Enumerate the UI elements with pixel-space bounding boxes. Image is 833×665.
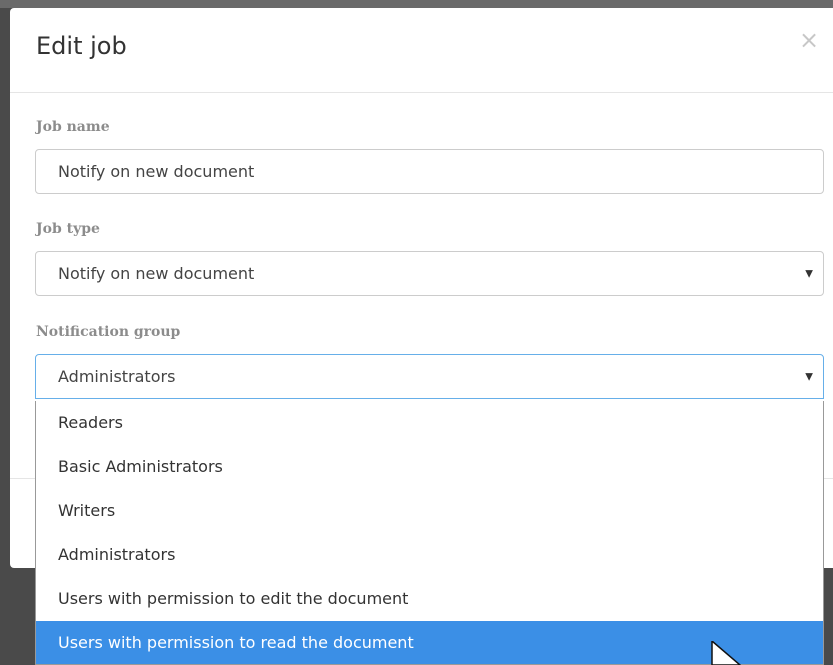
chevron-down-icon: ▼ [805, 371, 813, 382]
notification-group-label: Notification group [36, 324, 181, 340]
dropdown-option-edit-permission[interactable]: Users with permission to edit the docume… [36, 577, 823, 621]
modal-title: Edit job [36, 32, 127, 60]
job-name-label: Job name [36, 119, 110, 135]
chevron-down-icon: ▼ [805, 268, 813, 279]
notification-group-selected-value: Administrators [58, 367, 176, 386]
job-type-label: Job type [36, 221, 100, 237]
dropdown-option-administrators[interactable]: Administrators [36, 533, 823, 577]
notification-group-dropdown: Readers Basic Administrators Writers Adm… [35, 401, 824, 665]
dropdown-option-writers[interactable]: Writers [36, 489, 823, 533]
job-type-selected-value: Notify on new document [58, 264, 255, 283]
dropdown-option-readers[interactable]: Readers [36, 401, 823, 445]
modal-header: Edit job × [10, 8, 833, 93]
dropdown-option-basic-administrators[interactable]: Basic Administrators [36, 445, 823, 489]
modal-backdrop [0, 0, 833, 8]
job-type-select[interactable]: Notify on new document ▼ [35, 251, 824, 296]
notification-group-select[interactable]: Administrators ▼ [35, 354, 824, 399]
job-name-input[interactable] [35, 149, 824, 194]
dropdown-option-read-permission[interactable]: Users with permission to read the docume… [36, 621, 823, 664]
close-icon[interactable]: × [795, 26, 823, 54]
